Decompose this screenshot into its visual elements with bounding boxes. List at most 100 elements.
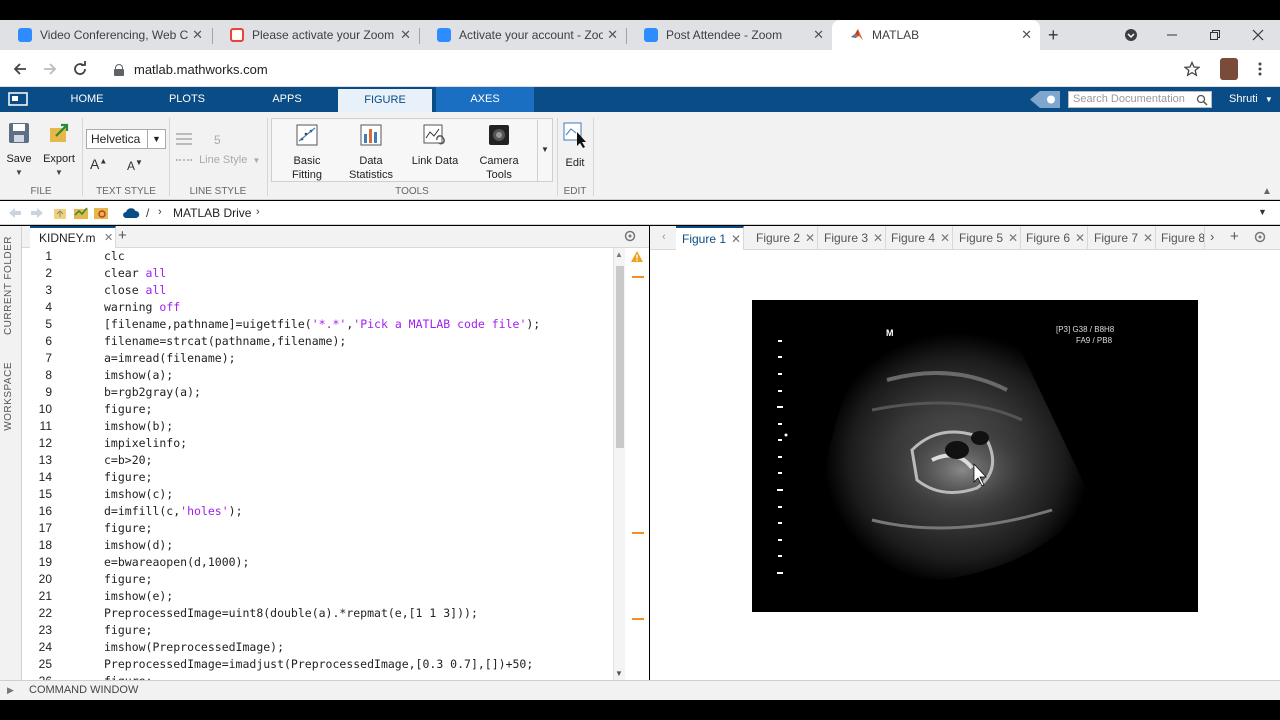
forward-folder-icon[interactable] bbox=[30, 206, 44, 223]
line-number: 22 bbox=[38, 606, 52, 620]
browser-tab-matlab[interactable]: MATLAB ✕ bbox=[832, 20, 1040, 50]
tabs-scroll-left-icon[interactable]: ‹ bbox=[662, 231, 666, 243]
font-grow-label: A bbox=[90, 156, 100, 172]
tab-figure-3[interactable]: Figure 3 ✕ bbox=[818, 226, 886, 250]
tab-figure-6[interactable]: Figure 6 ✕ bbox=[1020, 226, 1088, 250]
export-button[interactable]: Export ▼ bbox=[40, 122, 78, 180]
bookmark-star-icon[interactable] bbox=[1180, 57, 1204, 81]
new-file-tab-button[interactable]: + bbox=[118, 227, 127, 244]
collapse-toolstrip-icon[interactable]: ▲ bbox=[1262, 186, 1272, 197]
user-menu[interactable]: Shruti ▼ bbox=[1229, 93, 1273, 105]
font-select[interactable]: Helvetica ▼ bbox=[86, 129, 166, 149]
editor-scrollbar[interactable]: ▲ ▼ bbox=[613, 248, 625, 680]
close-tab-icon[interactable]: ✕ bbox=[607, 27, 618, 43]
increase-font-button[interactable]: A▲ bbox=[90, 156, 107, 172]
gallery-expand-button[interactable]: ▼ bbox=[537, 120, 552, 182]
scroll-up-icon[interactable]: ▲ bbox=[615, 250, 623, 259]
line-number: 6 bbox=[45, 334, 52, 348]
tab-figure-2[interactable]: Figure 2 ✕ bbox=[750, 226, 818, 250]
save-button[interactable]: Save ▼ bbox=[5, 122, 33, 180]
tab-figure-7[interactable]: Figure 7 ✕ bbox=[1088, 226, 1156, 250]
close-tab-icon[interactable]: ✕ bbox=[1008, 231, 1018, 245]
basic-fitting-button[interactable]: Basic Fitting bbox=[283, 124, 331, 182]
camera-tools-button[interactable]: Camera Tools bbox=[474, 124, 524, 182]
restore-icon[interactable] bbox=[1195, 20, 1235, 50]
scrollbar-thumb[interactable] bbox=[616, 266, 624, 448]
ultrasound-image[interactable]: M [P3] G38 / B8H8 FA9 / PB8 bbox=[752, 300, 1198, 612]
panel-options-icon[interactable] bbox=[624, 230, 636, 245]
url-field[interactable]: matlab.mathworks.com bbox=[104, 55, 1214, 83]
browser-menu-icon[interactable] bbox=[1248, 57, 1272, 81]
warning-marker[interactable] bbox=[632, 618, 644, 620]
code-token: clear bbox=[104, 266, 146, 280]
back-arrow-icon[interactable] bbox=[8, 57, 32, 81]
toolstrip: Save ▼ Export ▼ FILE Helvetica ▼ A▲ A▼ T… bbox=[0, 112, 1280, 200]
path-root[interactable]: / bbox=[146, 206, 149, 220]
figure-tab-label: Figure 5 bbox=[959, 231, 1004, 245]
code-text: d=imfill(c,'holes'); bbox=[104, 503, 243, 520]
code-area[interactable]: 1 clc 2 clear all 3 close all 4 warning off 5 [fi… bbox=[22, 248, 612, 680]
figure-tab-label: Figure 8 bbox=[1161, 231, 1205, 245]
back-folder-icon[interactable] bbox=[8, 206, 22, 223]
close-window-icon[interactable] bbox=[1238, 20, 1278, 50]
new-figure-button[interactable]: + bbox=[1230, 228, 1239, 245]
close-tab-icon[interactable]: ✕ bbox=[1075, 231, 1085, 245]
tab-figure[interactable]: FIGURE bbox=[338, 89, 432, 112]
tab-plots[interactable]: PLOTS bbox=[152, 87, 222, 112]
browser-tab-activate-account[interactable]: Activate your account - Zoom ✕ bbox=[419, 20, 626, 50]
tab-home[interactable]: HOME bbox=[52, 87, 122, 112]
forward-arrow-icon[interactable] bbox=[38, 57, 62, 81]
warning-icon[interactable] bbox=[630, 250, 644, 266]
scroll-down-icon[interactable]: ▼ bbox=[615, 669, 623, 678]
tab-apps[interactable]: APPS bbox=[252, 87, 322, 112]
code-token: imshow(e); bbox=[104, 589, 174, 603]
close-tab-icon[interactable]: ✕ bbox=[1021, 27, 1032, 43]
browse-folder-icon[interactable] bbox=[73, 205, 89, 223]
data-statistics-button[interactable]: Data Statistics bbox=[345, 124, 397, 182]
close-tab-icon[interactable]: ✕ bbox=[400, 27, 411, 43]
line-number: 5 bbox=[45, 317, 52, 331]
new-tab-button[interactable]: + bbox=[1048, 25, 1059, 46]
warning-marker[interactable] bbox=[632, 276, 644, 278]
tab-axes[interactable]: AXES bbox=[436, 87, 534, 112]
tab-figure-1[interactable]: Figure 1 ✕ bbox=[676, 226, 744, 250]
edit-plot-button[interactable]: Edit bbox=[561, 122, 589, 170]
close-tab-icon[interactable]: ✕ bbox=[805, 231, 815, 245]
panel-options-icon[interactable] bbox=[1254, 231, 1266, 246]
warning-marker[interactable] bbox=[632, 532, 644, 534]
quick-access-icon[interactable] bbox=[1030, 91, 1060, 108]
tabs-scroll-right-icon[interactable]: › bbox=[1210, 229, 1214, 244]
path-dropdown-icon[interactable]: ▼ bbox=[1258, 207, 1267, 217]
reload-icon[interactable] bbox=[68, 57, 92, 81]
current-folder-tab[interactable]: CURRENT FOLDER bbox=[3, 236, 14, 335]
profile-avatar[interactable] bbox=[1220, 58, 1238, 80]
close-tab-icon[interactable]: ✕ bbox=[940, 231, 950, 245]
command-window-bar[interactable]: ▶ COMMAND WINDOW bbox=[0, 680, 1280, 700]
folder-search-icon[interactable] bbox=[93, 205, 109, 223]
up-folder-icon[interactable] bbox=[53, 206, 67, 223]
close-tab-icon[interactable]: ✕ bbox=[813, 27, 824, 43]
decrease-font-button[interactable]: A▼ bbox=[127, 158, 143, 173]
tab-figure-4[interactable]: Figure 4 ✕ bbox=[885, 226, 953, 250]
workspace-tab[interactable]: WORKSPACE bbox=[3, 362, 14, 431]
browser-tab-post-attendee[interactable]: Post Attendee - Zoom ✕ bbox=[626, 20, 832, 50]
tab-figure-5[interactable]: Figure 5 ✕ bbox=[953, 226, 1021, 250]
line-width-spinner[interactable]: 5 bbox=[198, 130, 238, 150]
editor-tab-kidney[interactable]: KIDNEY.m ✕ bbox=[30, 226, 116, 248]
expand-icon[interactable]: ▶ bbox=[7, 685, 14, 696]
tab-search-icon[interactable] bbox=[1111, 20, 1151, 50]
browser-tab-activate-zoom[interactable]: Please activate your Zoom ac ✕ bbox=[212, 20, 419, 50]
close-tab-icon[interactable]: ✕ bbox=[104, 228, 113, 248]
minimize-icon[interactable] bbox=[1152, 20, 1192, 50]
toolstrip-minimize-icon[interactable] bbox=[8, 92, 28, 109]
search-documentation-input[interactable]: Search Documentation bbox=[1068, 91, 1212, 108]
close-tab-icon[interactable]: ✕ bbox=[1143, 231, 1153, 245]
close-tab-icon[interactable]: ✕ bbox=[873, 231, 883, 245]
close-tab-icon[interactable]: ✕ bbox=[731, 232, 741, 246]
browser-tab-video-conferencing[interactable]: Video Conferencing, Web Co ✕ bbox=[0, 20, 211, 50]
link-data-button[interactable]: Link Data bbox=[408, 124, 462, 168]
close-tab-icon[interactable]: ✕ bbox=[192, 27, 203, 43]
tab-figure-8[interactable]: Figure 8 bbox=[1155, 226, 1205, 250]
path-folder-matlab-drive[interactable]: MATLAB Drive bbox=[173, 206, 251, 220]
line-style-dropdown[interactable]: Line Style ▼ bbox=[176, 154, 264, 166]
